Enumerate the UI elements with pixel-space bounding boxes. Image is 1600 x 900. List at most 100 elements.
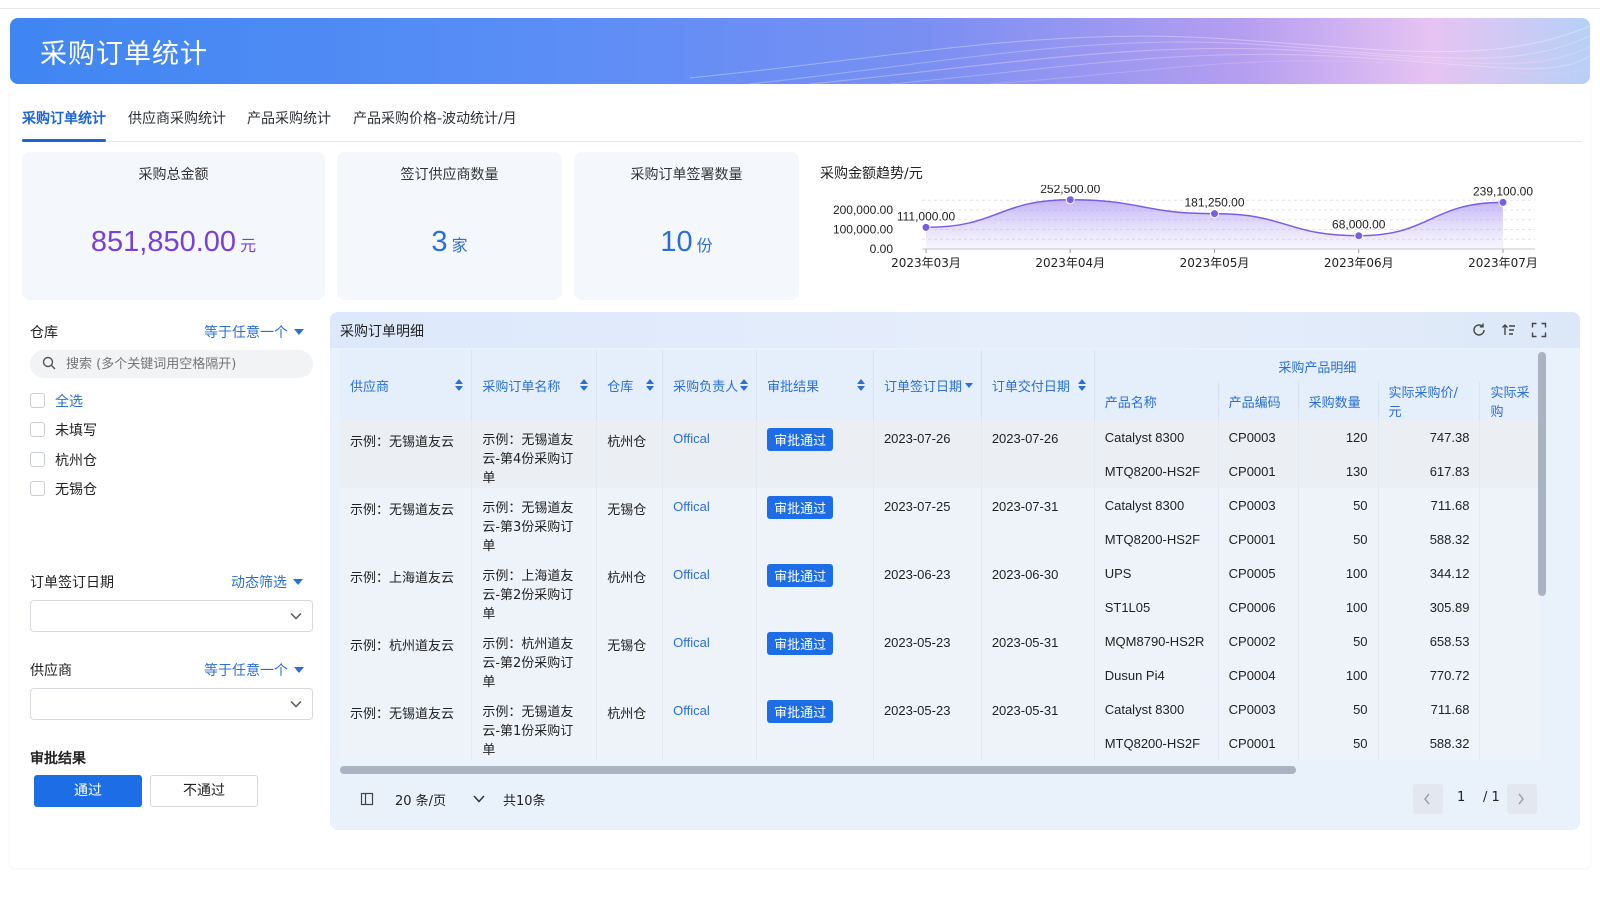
cell-qty: 100 (1298, 590, 1379, 624)
cell-warehouse: 杭州仓 (596, 692, 664, 760)
tab-purchase-order-stats[interactable]: 采购订单统计 (22, 108, 106, 128)
data-point[interactable] (921, 222, 931, 232)
search-icon (42, 356, 56, 370)
cell-product-code: CP0003 (1218, 488, 1299, 522)
cell-owner[interactable]: Offical (662, 420, 758, 488)
cell-delivery-date: 2023-05-31 (981, 624, 1095, 692)
cell-price: 658.53 (1378, 624, 1481, 658)
stat-unit: 家 (451, 236, 468, 255)
checkbox-wuxi[interactable]: 无锡仓 (30, 479, 97, 499)
col-header-order-name[interactable]: 采购订单名称 (471, 350, 598, 420)
cell-actual (1479, 658, 1540, 692)
table-row[interactable]: 示例：无锡道友云 示例：无锡道友云-第3份采购订单 无锡仓 Offical 审批通过 20… (340, 488, 1540, 556)
header-label: 仓库 (607, 379, 634, 395)
warehouse-operator-dropdown[interactable]: 等于任意一个 (204, 322, 304, 342)
data-label: 111,000.00 (897, 209, 956, 223)
warehouse-search-input[interactable] (66, 354, 306, 374)
cell-owner[interactable]: Offical (662, 624, 758, 692)
sort-icon (740, 379, 749, 391)
tab-supplier-stats[interactable]: 供应商采购统计 (128, 108, 226, 128)
checkbox-hangzhou[interactable]: 杭州仓 (30, 450, 97, 470)
owner-link[interactable]: Offical (673, 567, 710, 582)
stat-label: 采购订单签署数量 (630, 167, 743, 183)
owner-link[interactable]: Offical (673, 635, 710, 650)
approval-pass-button[interactable]: 通过 (34, 775, 142, 807)
approval-fail-button[interactable]: 不通过 (150, 775, 258, 807)
prev-page-button[interactable] (1413, 784, 1443, 814)
table-row[interactable]: 示例：无锡道友云 示例：无锡道友云-第1份采购订单 杭州仓 Offical 审批通过 20… (340, 692, 1540, 760)
col-header-actual[interactable]: 实际采购 (1479, 382, 1540, 420)
chevron-left-icon (1424, 793, 1430, 805)
col-header-sign-date[interactable]: 订单签订日期 (873, 350, 982, 420)
data-point[interactable] (1354, 231, 1364, 241)
table-row[interactable]: 示例：上海道友云 示例：上海道友云-第2份采购订单 杭州仓 Offical 审批通过 20… (340, 556, 1540, 624)
table-row[interactable]: 示例：杭州道友云 示例：杭州道友云-第2份采购订单 无锡仓 Offical 审批通过 20… (340, 624, 1540, 692)
owner-link[interactable]: Offical (673, 703, 710, 718)
current-page[interactable]: 1 (1457, 790, 1465, 805)
sort-settings-icon[interactable] (1501, 322, 1517, 338)
x-tick-label: 2023年04月 (1035, 256, 1105, 270)
col-header-product-name[interactable]: 产品名称 (1094, 382, 1219, 420)
col-header-owner[interactable]: 采购负责人 (662, 350, 758, 420)
col-header-delivery-date[interactable]: 订单交付日期 (981, 350, 1095, 420)
tab-price-fluctuation[interactable]: 产品采购价格-波动统计/月 (353, 108, 517, 128)
supplier-operator-dropdown[interactable]: 等于任意一个 (204, 660, 304, 680)
cell-order-name: 示例：上海道友云-第2份采购订单 (471, 556, 598, 624)
cell-supplier: 示例：杭州道友云 (340, 624, 473, 692)
stat-unit: 元 (240, 236, 257, 255)
column-toggle-icon[interactable] (360, 792, 374, 806)
sign-date-select[interactable] (30, 600, 313, 632)
cell-owner[interactable]: Offical (662, 556, 758, 624)
data-label: 68,000.00 (1332, 218, 1386, 232)
stat-unit: 份 (696, 236, 713, 255)
data-point[interactable] (1065, 195, 1075, 205)
data-point[interactable] (1210, 209, 1219, 219)
cell-product-name: Dusun Pi4 (1094, 658, 1219, 692)
checkbox-box (30, 393, 45, 408)
page-title: 采购订单统计 (40, 39, 208, 70)
cell-owner[interactable]: Offical (662, 488, 758, 556)
cell-product-name: MTQ8200-HS2F (1094, 522, 1219, 556)
data-point[interactable] (1498, 197, 1508, 207)
cell-price: 711.68 (1378, 692, 1481, 726)
cell-supplier: 示例：无锡道友云 (340, 692, 473, 760)
approval-status-badge: 审批通过 (767, 428, 834, 451)
sort-desc-icon (964, 383, 973, 388)
detail-table-container: 供应商 采购订单名称 仓库 采购负责人 审批结果 订单签订日期 订单交付日期 采… (340, 350, 1540, 780)
sort-icon (455, 379, 464, 391)
col-header-qty[interactable]: 采购数量 (1298, 382, 1379, 420)
col-header-price[interactable]: 实际采购价/元 (1378, 382, 1481, 420)
col-header-approval[interactable]: 审批结果 (756, 350, 874, 420)
cell-product-code: CP0002 (1218, 624, 1299, 658)
approval-status-badge: 审批通过 (767, 496, 834, 519)
pagination-bar: 20 条/页 共10条 1 / 1 (330, 782, 1580, 830)
cell-qty: 130 (1298, 454, 1379, 488)
supplier-select[interactable] (30, 688, 313, 720)
col-header-warehouse[interactable]: 仓库 (596, 350, 664, 420)
page-size-select[interactable]: 20 条/页 (395, 790, 446, 809)
tab-product-stats[interactable]: 产品采购统计 (247, 108, 331, 128)
cell-owner[interactable]: Offical (662, 692, 758, 760)
header-label: 审批结果 (767, 379, 820, 395)
col-header-supplier[interactable]: 供应商 (340, 350, 473, 420)
cell-warehouse: 无锡仓 (596, 488, 664, 556)
checkbox-select-all[interactable]: 全选 (30, 391, 83, 411)
table-row[interactable]: 示例：无锡道友云 示例：无锡道友云-第4份采购订单 杭州仓 Offical 审批通过 20… (340, 420, 1540, 488)
next-page-button[interactable] (1507, 784, 1537, 814)
owner-link[interactable]: Offical (673, 499, 710, 514)
cell-product-name: MTQ8200-HS2F (1094, 726, 1219, 760)
checkbox-unfilled[interactable]: 未填写 (30, 420, 97, 440)
cell-approval: 审批通过 (756, 624, 874, 692)
horizontal-scrollbar[interactable] (340, 766, 1296, 774)
approval-filter-title: 审批结果 (30, 751, 86, 767)
owner-link[interactable]: Offical (673, 431, 710, 446)
refresh-icon[interactable] (1471, 322, 1487, 338)
warehouse-filter-title: 仓库 (30, 325, 58, 341)
chevron-down-icon[interactable] (473, 794, 485, 804)
checkbox-label: 无锡仓 (55, 482, 97, 498)
vertical-scrollbar[interactable] (1538, 352, 1546, 596)
fullscreen-icon[interactable] (1531, 322, 1547, 338)
sign-date-operator-dropdown[interactable]: 动态筛选 (231, 572, 303, 592)
col-header-product-code[interactable]: 产品编码 (1218, 382, 1299, 420)
chevron-right-icon (1518, 793, 1524, 805)
